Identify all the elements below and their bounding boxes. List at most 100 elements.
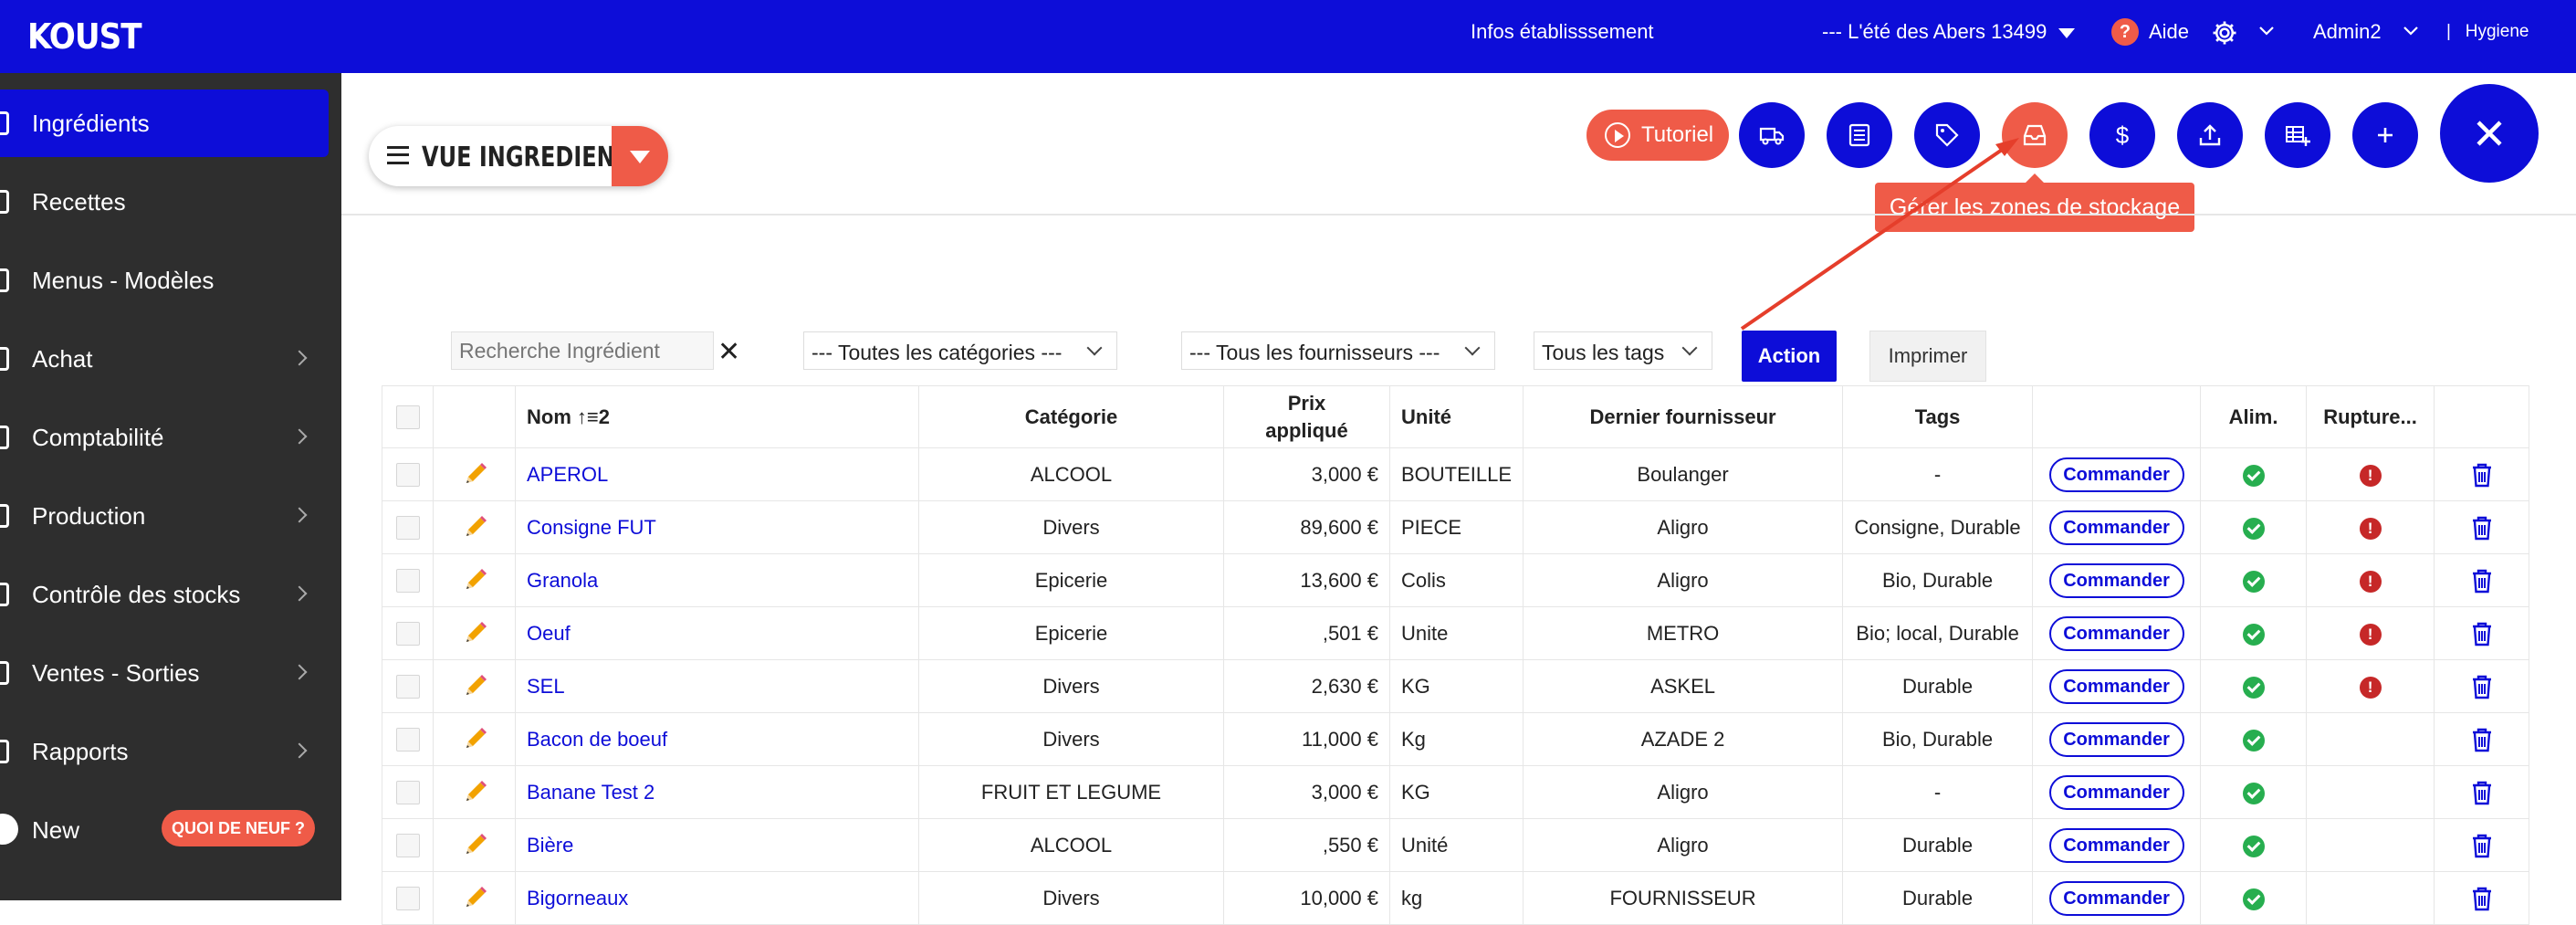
prices-button[interactable]: $: [2089, 102, 2155, 168]
row-checkbox[interactable]: [395, 887, 420, 911]
name-column-header[interactable]: Nom ↑≡2: [515, 385, 919, 448]
sidebar-item-menus[interactable]: Menus - Modèles: [0, 247, 329, 314]
order-button[interactable]: Commander: [2048, 774, 2184, 810]
print-button[interactable]: Imprimer: [1869, 331, 1986, 382]
edit-cell: [433, 553, 516, 607]
order-button[interactable]: Commander: [2048, 721, 2184, 757]
tutorial-button[interactable]: Tutoriel: [1586, 110, 1729, 161]
rupture-column-header[interactable]: Rupture...: [2306, 385, 2435, 448]
sidebar-item-achat[interactable]: Achat: [0, 325, 329, 393]
order-button[interactable]: Commander: [2048, 510, 2184, 545]
ingredient-name-link[interactable]: Bière: [515, 818, 919, 872]
pencil-icon[interactable]: [461, 832, 488, 859]
clear-search-icon[interactable]: ✕: [717, 336, 740, 368]
price-column-header[interactable]: Prix appliqué: [1223, 385, 1390, 448]
pencil-icon[interactable]: [461, 885, 488, 912]
order-button[interactable]: Commander: [2048, 668, 2184, 704]
export-button[interactable]: [2177, 102, 2243, 168]
supplier-filter[interactable]: --- Tous les fournisseurs ---: [1181, 331, 1495, 370]
caret-down-icon[interactable]: [2058, 28, 2075, 38]
row-checkbox[interactable]: [395, 622, 420, 646]
alim-column-header[interactable]: Alim.: [2200, 385, 2308, 448]
ingredient-name-link[interactable]: SEL: [515, 659, 919, 713]
rupture-cell: !: [2306, 447, 2435, 501]
pencil-icon[interactable]: [461, 514, 488, 541]
gear-icon[interactable]: [2211, 19, 2238, 47]
pencil-icon[interactable]: [461, 726, 488, 753]
trash-icon[interactable]: [2470, 832, 2494, 859]
order-button[interactable]: Commander: [2048, 615, 2184, 651]
trash-icon[interactable]: [2470, 779, 2494, 806]
pencil-icon[interactable]: [461, 673, 488, 700]
view-selector[interactable]: VUE INGREDIENTS: [369, 126, 668, 186]
ingredient-name-link[interactable]: Consigne FUT: [515, 500, 919, 554]
trash-icon[interactable]: [2470, 514, 2494, 541]
sort-ascending-icon[interactable]: ↑≡: [577, 405, 599, 428]
trash-icon[interactable]: [2470, 673, 2494, 700]
tags-button[interactable]: [1914, 102, 1980, 168]
trash-icon[interactable]: [2470, 885, 2494, 912]
app-logo[interactable]: KOUST: [27, 16, 142, 57]
select-all-checkbox[interactable]: [395, 405, 420, 430]
sidebar-item-comptabilite[interactable]: Comptabilité: [0, 404, 329, 471]
trash-icon[interactable]: [2470, 567, 2494, 594]
delivery-button[interactable]: [1739, 102, 1805, 168]
trash-icon[interactable]: [2470, 461, 2494, 489]
sidebar-item-recettes[interactable]: Recettes: [0, 168, 329, 236]
pencil-icon[interactable]: [461, 620, 488, 647]
row-checkbox[interactable]: [395, 781, 420, 805]
tags-filter[interactable]: Tous les tags: [1534, 331, 1712, 370]
chevron-down-icon[interactable]: [2258, 26, 2275, 37]
ingredient-name-link[interactable]: Oeuf: [515, 606, 919, 660]
sidebar-item-new[interactable]: New QUOI DE NEUF ?: [0, 796, 329, 864]
row-checkbox[interactable]: [395, 834, 420, 858]
hygiene-link[interactable]: | Hygiene: [2446, 22, 2529, 42]
search-input[interactable]: [451, 331, 714, 370]
order-button[interactable]: Commander: [2048, 880, 2184, 916]
storage-zones-button[interactable]: [2002, 102, 2068, 168]
establishment-info-link[interactable]: Infos établisssement: [1471, 20, 1654, 44]
category-column-header[interactable]: Catégorie: [918, 385, 1224, 448]
list-button[interactable]: [1827, 102, 1892, 168]
establishment-selector[interactable]: --- L'été des Abers 13499: [1822, 20, 2047, 44]
trash-icon[interactable]: [2470, 726, 2494, 753]
alert-icon: !: [2359, 517, 2382, 540]
chevron-down-icon[interactable]: [2403, 26, 2419, 37]
user-menu[interactable]: Admin2: [2313, 20, 2382, 44]
help-icon[interactable]: ?: [2111, 18, 2139, 46]
ingredient-name-link[interactable]: APEROL: [515, 447, 919, 501]
close-button[interactable]: [2440, 84, 2539, 183]
unit-column-header[interactable]: Unité: [1388, 385, 1524, 448]
sidebar-item-production[interactable]: Production: [0, 482, 329, 550]
ingredient-name-link[interactable]: Granola: [515, 553, 919, 607]
order-button[interactable]: Commander: [2048, 562, 2184, 598]
view-dropdown-button[interactable]: [612, 126, 668, 186]
sidebar-item-stock-control[interactable]: Contrôle des stocks: [0, 561, 329, 628]
ingredient-name-link[interactable]: Bacon de boeuf: [515, 712, 919, 766]
row-checkbox[interactable]: [395, 516, 420, 541]
help-link[interactable]: Aide: [2149, 20, 2189, 44]
order-button[interactable]: Commander: [2048, 457, 2184, 492]
pencil-icon[interactable]: [461, 461, 488, 489]
order-column-header: [2032, 385, 2202, 448]
category-filter[interactable]: --- Toutes les catégories ---: [803, 331, 1117, 370]
pencil-icon[interactable]: [461, 567, 488, 594]
action-button[interactable]: Action: [1742, 331, 1837, 382]
sidebar-item-rapports[interactable]: Rapports: [0, 718, 329, 785]
add-button[interactable]: [2352, 102, 2418, 168]
tags-column-header[interactable]: Tags: [1842, 385, 2034, 448]
row-checkbox[interactable]: [395, 569, 420, 594]
sidebar-item-ingredients[interactable]: Ingrédients: [0, 89, 329, 157]
supplier-column-header[interactable]: Dernier fournisseur: [1523, 385, 1844, 448]
row-checkbox[interactable]: [395, 675, 420, 699]
order-button[interactable]: Commander: [2048, 827, 2184, 863]
row-checkbox[interactable]: [395, 728, 420, 752]
pencil-icon[interactable]: [461, 779, 488, 806]
whats-new-badge[interactable]: QUOI DE NEUF ?: [162, 810, 315, 846]
row-checkbox[interactable]: [395, 463, 420, 488]
ingredient-name-link[interactable]: Bigorneaux: [515, 871, 919, 925]
sidebar-item-ventes[interactable]: Ventes - Sorties: [0, 639, 329, 707]
ingredient-name-link[interactable]: Banane Test 2: [515, 765, 919, 819]
add-table-button[interactable]: [2265, 102, 2330, 168]
trash-icon[interactable]: [2470, 620, 2494, 647]
